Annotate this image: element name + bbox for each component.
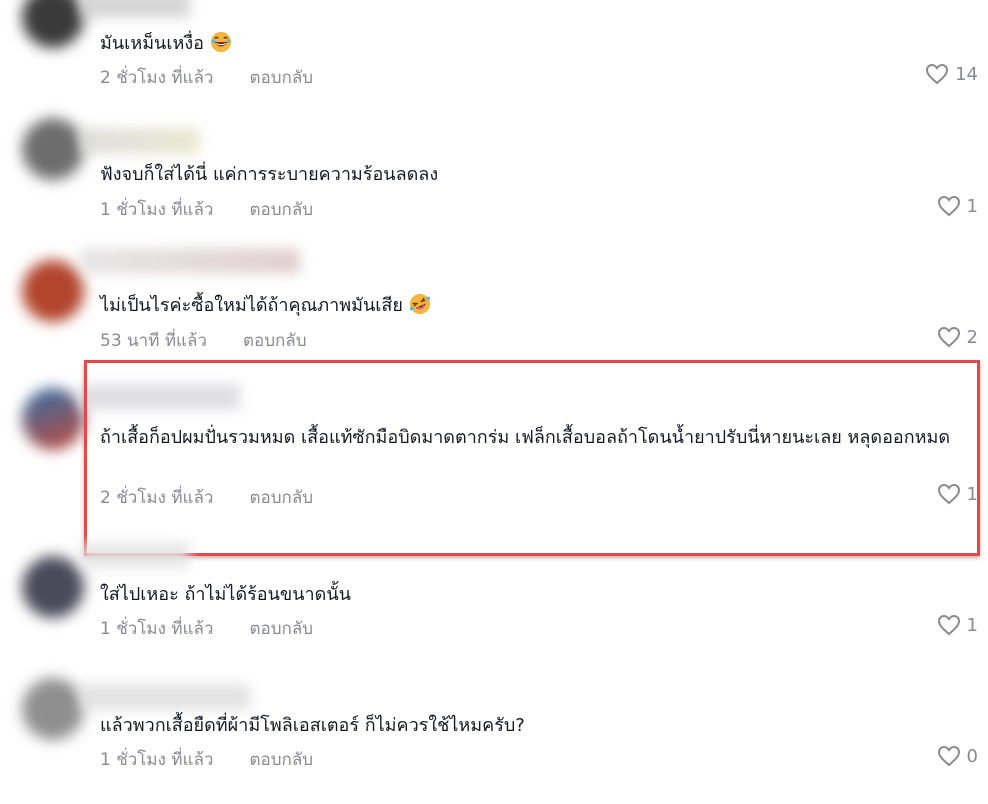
like-count: 1 [966,195,978,217]
like-count: 1 [966,483,978,505]
comment-item: มันเหม็นเหงื่อ 2 ชั่วโมง ที่แล้ว ตอบกลับ … [0,0,988,100]
avatar[interactable] [22,0,84,48]
timestamp: 1 ชั่วโมง ที่แล้ว [100,750,214,770]
comment-meta: 2 ชั่วโมง ที่แล้ว ตอบกลับ [100,64,313,91]
comment-meta: 1 ชั่วโมง ที่แล้ว ตอบกลับ [100,196,313,223]
username-blurred[interactable] [80,248,300,274]
rolling-laughing-face-emoji-icon [409,293,431,315]
like-count: 14 [955,63,978,85]
avatar[interactable] [22,260,84,322]
like-button[interactable]: 2 [937,326,978,348]
comment-meta: 2 ชั่วโมง ที่แล้ว ตอบกลับ [100,484,313,511]
comment-text: มันเหม็นเหงื่อ [100,30,974,58]
like-count: 2 [966,326,978,348]
avatar[interactable] [22,556,84,618]
reply-button[interactable]: ตอบกลับ [249,619,313,639]
timestamp: 53 นาที ที่แล้ว [100,331,207,351]
comment-item: ฟังจบก็ใส่ได้นี่ แค่การระบายความร้อนลดลง… [0,100,988,230]
like-count: 1 [966,614,978,636]
reply-button[interactable]: ตอบกลับ [243,331,307,351]
laughing-face-emoji-icon [210,31,232,53]
reply-button[interactable]: ตอบกลับ [249,68,313,88]
username-blurred[interactable] [80,128,200,154]
comment-item: แล้วพวกเสื้อยืดที่ผ้ามีโพลิเอสเตอร์ ก็ไม… [0,670,988,804]
heart-icon [937,195,960,217]
like-button[interactable]: 14 [925,63,978,85]
avatar[interactable] [22,388,84,450]
heart-icon [937,483,960,505]
avatar[interactable] [22,678,84,740]
comment-item: ใส่ไปเหอะ ถ้าไม่ได้ร้อนขนาดนั้น 1 ชั่วโม… [0,542,988,670]
timestamp: 1 ชั่วโมง ที่แล้ว [100,200,214,220]
heart-icon [937,745,960,767]
comment-text: แล้วพวกเสื้อยืดที่ผ้ามีโพลิเอสเตอร์ ก็ไม… [100,715,525,736]
comment-text: ฟังจบก็ใส่ได้นี่ แค่การระบายความร้อนลดลง [100,164,439,185]
reply-button[interactable]: ตอบกลับ [249,200,313,220]
heart-icon [937,326,960,348]
username-blurred[interactable] [80,0,190,18]
comment-meta: 1 ชั่วโมง ที่แล้ว ตอบกลับ [100,615,313,642]
username-blurred[interactable] [80,542,190,568]
timestamp: 1 ชั่วโมง ที่แล้ว [100,619,214,639]
timestamp: 2 ชั่วโมง ที่แล้ว [100,488,214,508]
comment-text: ใส่ไปเหอะ ถ้าไม่ได้ร้อนขนาดนั้น [100,584,351,605]
comment-meta: 1 ชั่วโมง ที่แล้ว ตอบกลับ [100,746,313,773]
heart-icon [926,63,949,85]
reply-button[interactable]: ตอบกลับ [249,750,313,770]
like-button[interactable]: 1 [937,614,978,636]
reply-button[interactable]: ตอบกลับ [249,488,313,508]
like-count: 0 [966,745,978,767]
like-button[interactable]: 1 [937,483,978,505]
like-button[interactable]: 1 [937,195,978,217]
comment-text: ถ้าเสื้อก็อปผมปั่นรวมหมด เสื้อแท้ซักมือบ… [100,427,951,448]
avatar[interactable] [22,118,84,180]
username-blurred[interactable] [80,684,250,710]
like-button[interactable]: 0 [937,745,978,767]
comment-item: ไม่เป็นไรค่ะซื้อใหม่ได้ถ้าคุณภาพมันเสีย … [0,230,988,360]
comment-text: ไม่เป็นไรค่ะซื้อใหม่ได้ถ้าคุณภาพมันเสีย [100,292,974,320]
comment-meta: 53 นาที ที่แล้ว ตอบกลับ [100,327,307,354]
heart-icon [937,614,960,636]
username-blurred[interactable] [80,384,240,410]
timestamp: 2 ชั่วโมง ที่แล้ว [100,68,214,88]
comment-item: ถ้าเสื้อก็อปผมปั่นรวมหมด เสื้อแท้ซักมือบ… [0,360,988,550]
